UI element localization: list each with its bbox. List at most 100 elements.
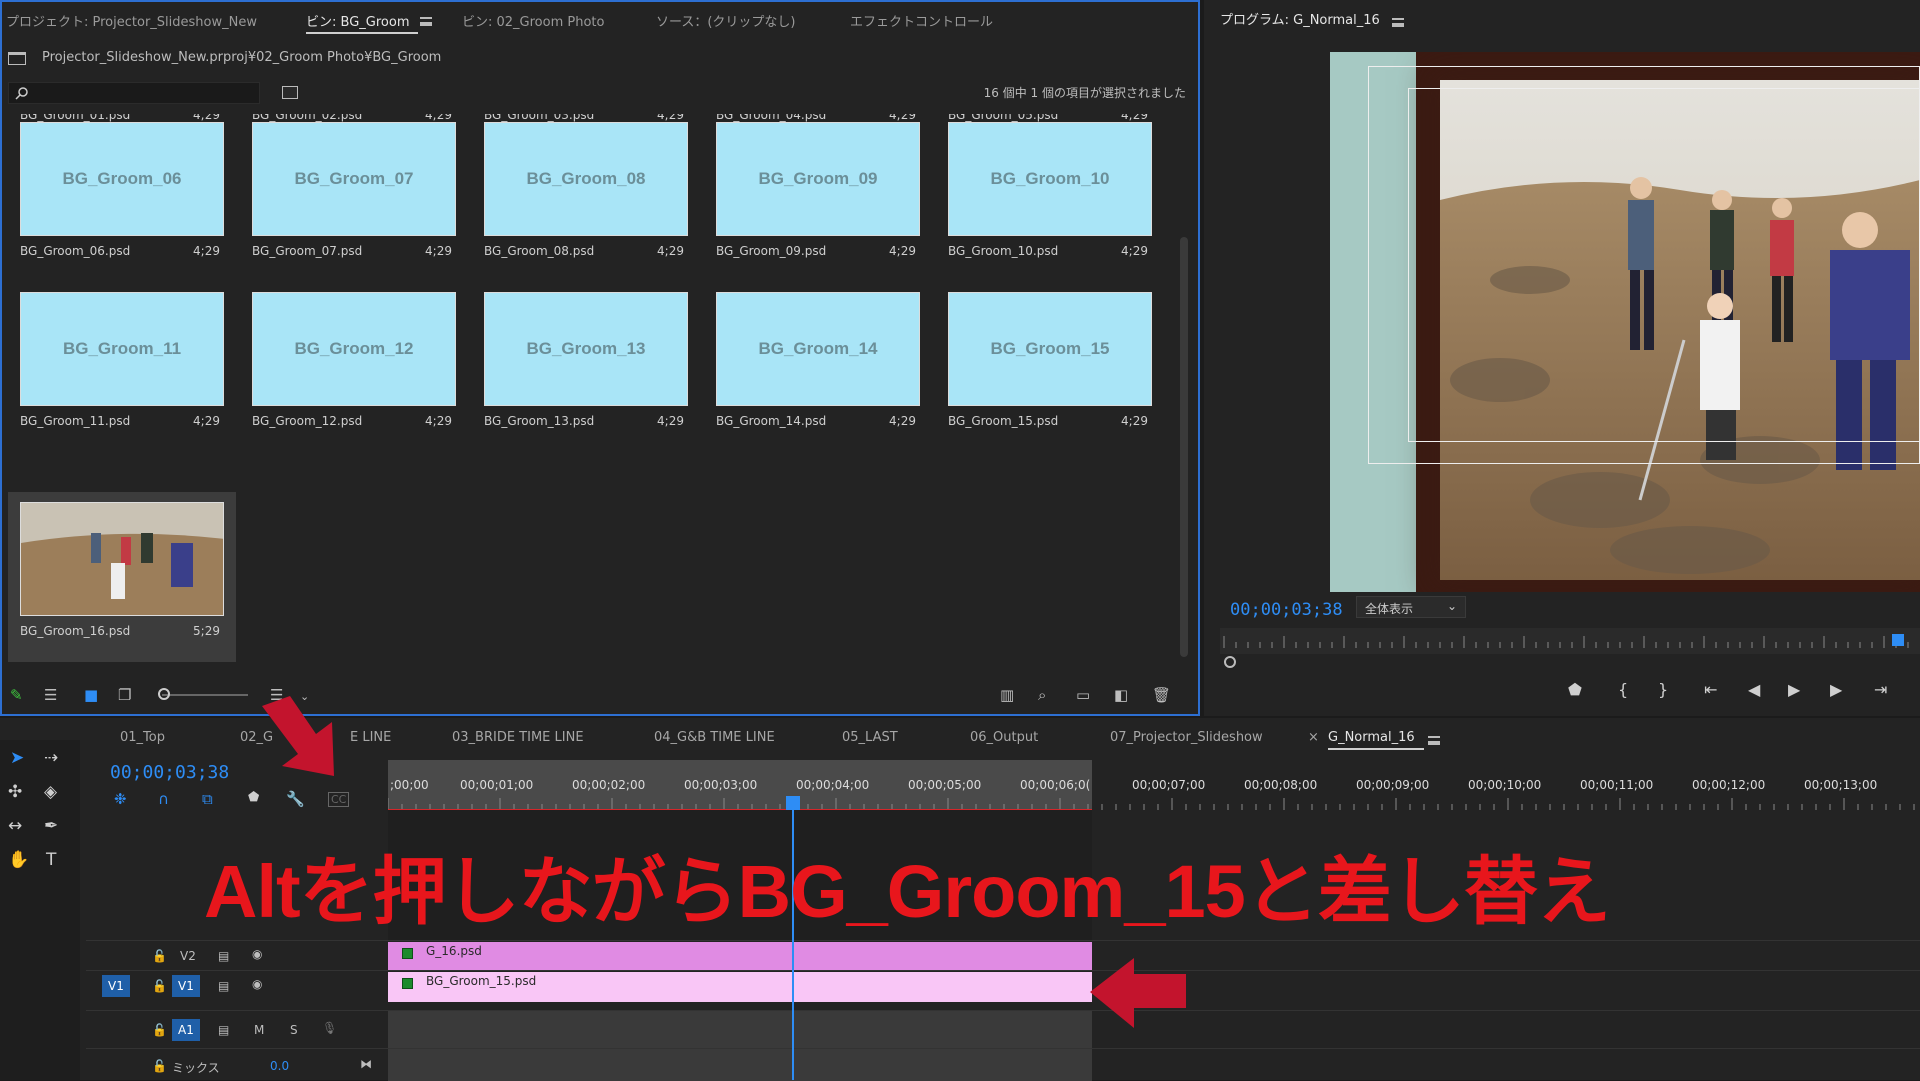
mark-out-icon[interactable]: } (1658, 680, 1668, 699)
icon-view-icon[interactable]: ■ (84, 686, 98, 704)
mix-nav-icon[interactable]: ⧓ (360, 1057, 372, 1071)
tab-bin-groom-photo[interactable]: ビン: 02_Groom Photo (462, 11, 604, 30)
track-a1-label[interactable]: A1 (172, 1019, 200, 1041)
bin-item-thumbnail[interactable]: BG_Groom_07 (252, 122, 456, 236)
sync-lock-icon[interactable]: ▤ (218, 1023, 229, 1037)
bin-item-selected[interactable]: BG_Groom_16.psd 5;29 (8, 492, 236, 662)
lock-icon[interactable]: 🔓 (152, 1023, 167, 1037)
timeline-ruler[interactable]: ;00;00 00;00;01;00 00;00;02;00 00;00;03;00 0… (388, 760, 1920, 812)
automate-sequence-icon[interactable]: ▥ (1000, 686, 1014, 704)
lock-icon[interactable]: 🔓 (152, 979, 167, 993)
bin-item-thumbnail[interactable]: BG_Groom_10 (948, 122, 1152, 236)
tab-seq-04[interactable]: 04_G&B TIME LINE (654, 730, 775, 745)
find-icon-2[interactable]: ⌕ (1038, 686, 1046, 704)
program-timecode[interactable]: 00;00;03;38 (1230, 600, 1343, 620)
track-select-icon[interactable]: ⇢ (44, 748, 58, 768)
zoom-slider-handle[interactable] (158, 688, 170, 700)
bin-item[interactable]: BG_Groom_13 BG_Groom_13.psd 4;29 (472, 244, 700, 428)
sequence-timecode[interactable]: 00;00;03;38 (110, 762, 229, 783)
wrench-icon[interactable]: 🔧 (286, 790, 305, 808)
timeline-playhead-head[interactable] (786, 796, 800, 810)
bin-item-thumbnail[interactable]: BG_Groom_15 (948, 292, 1152, 406)
bin-item-thumbnail[interactable]: BG_Groom_09 (716, 122, 920, 236)
new-item-icon[interactable]: ◧ (1114, 686, 1128, 704)
add-marker-icon[interactable]: ⬟ (248, 790, 259, 805)
tab-seq-06[interactable]: 06_Output (970, 730, 1038, 745)
solo-button[interactable]: S (290, 1023, 298, 1037)
razor-tool-icon[interactable]: ◈ (44, 782, 57, 802)
bin-item-thumbnail[interactable]: BG_Groom_14 (716, 292, 920, 406)
bin-tab-menu-icon[interactable] (420, 14, 432, 29)
lock-icon[interactable]: 🔓 (152, 949, 167, 963)
bin-scrollbar[interactable] (1180, 237, 1188, 657)
hand-tool-icon[interactable]: ✋ (8, 850, 29, 870)
track-v2-label[interactable]: V2 (180, 949, 196, 963)
go-to-in-icon[interactable]: ⇤ (1704, 680, 1717, 699)
bin-item[interactable]: BG_Groom_12 BG_Groom_12.psd 4;29 (240, 244, 468, 428)
sync-lock-icon[interactable]: ▤ (218, 979, 229, 993)
mix-value[interactable]: 0.0 (270, 1059, 289, 1073)
transform-box-inner[interactable] (1408, 88, 1920, 442)
tab-seq-03[interactable]: 03_BRIDE TIME LINE (452, 730, 584, 745)
bin-item[interactable]: BG_Groom_08 BG_Groom_08.psd 4;29 (472, 114, 700, 258)
pencil-icon[interactable]: ✎ (10, 686, 23, 704)
slip-tool-icon[interactable]: ↔ (8, 816, 22, 836)
program-title[interactable]: プログラム: G_Normal_16 (1220, 9, 1380, 28)
bin-item-thumbnail[interactable]: BG_Groom_08 (484, 122, 688, 236)
search-input[interactable] (8, 82, 260, 104)
sync-lock-icon[interactable]: ▤ (218, 949, 229, 963)
pen-tool-icon[interactable]: ✒ (44, 816, 58, 836)
lock-icon[interactable]: 🔓 (152, 1059, 167, 1073)
step-forward-icon[interactable]: ▶ (1830, 680, 1842, 699)
clip-g16[interactable]: G_16.psd (388, 942, 1092, 970)
folder-up-icon[interactable] (8, 52, 26, 65)
bin-item[interactable]: BG_Groom_09 BG_Groom_09.psd 4;29 (704, 114, 932, 258)
marker-icon[interactable]: ⬟ (1568, 680, 1582, 699)
microphone-icon[interactable]: 🎙 (322, 1021, 337, 1035)
program-menu-icon[interactable] (1392, 12, 1404, 31)
bin-item[interactable]: BG_Groom_15 BG_Groom_15.psd 4;29 (936, 244, 1164, 428)
bin-item[interactable]: BG_Groom_10 BG_Groom_10.psd 4;29 (936, 114, 1164, 258)
source-patch-v1[interactable]: V1 (102, 975, 130, 997)
bin-item-thumbnail[interactable]: BG_Groom_12 (252, 292, 456, 406)
tab-seq-02-suffix[interactable]: E LINE (350, 730, 391, 745)
tab-seq-07[interactable]: 07_Projector_Slideshow (1110, 730, 1263, 745)
tab-bin-bg-groom[interactable]: ビン: BG_Groom (306, 11, 409, 30)
clip-bg-groom-15[interactable]: BG_Groom_15.psd (388, 972, 1092, 1002)
program-video-frame[interactable] (1330, 52, 1920, 592)
bin-item[interactable]: BG_Groom_11 BG_Groom_11.psd 4;29 (8, 244, 236, 428)
bin-item-photo-thumbnail[interactable] (20, 502, 224, 616)
snap-icon[interactable]: ∩ (158, 790, 169, 808)
bin-item-thumbnail[interactable]: BG_Groom_11 (20, 292, 224, 406)
go-to-out-icon[interactable]: ⇥ (1874, 680, 1887, 699)
program-playhead[interactable] (1892, 634, 1904, 646)
tab-project[interactable]: プロジェクト: Projector_Slideshow_New (6, 11, 257, 30)
selection-tool-icon[interactable]: ➤ (10, 748, 24, 768)
program-time-ruler[interactable] (1220, 628, 1920, 654)
bin-item[interactable]: BG_Groom_06 BG_Groom_06.psd 4;29 (8, 114, 236, 258)
bin-item[interactable]: BG_Groom_07 BG_Groom_07.psd 4;29 (240, 114, 468, 258)
mute-button[interactable]: M (254, 1023, 264, 1037)
track-v1-label[interactable]: V1 (172, 975, 200, 997)
trash-icon[interactable]: 🗑 (1152, 686, 1171, 704)
mark-in-icon[interactable]: { (1618, 680, 1628, 699)
program-zoom-handle[interactable] (1224, 656, 1236, 668)
tab-source[interactable]: ソース：(クリップなし) (656, 11, 796, 30)
captions-icon[interactable]: CC (328, 792, 350, 807)
play-icon[interactable]: ▶ (1788, 680, 1800, 699)
linked-selection-icon[interactable]: ⧉ (202, 790, 213, 808)
tab-seq-05[interactable]: 05_LAST (842, 730, 898, 745)
ripple-edit-icon[interactable]: ✣ (8, 782, 22, 802)
freeform-view-icon[interactable]: ❐ (118, 686, 131, 704)
step-back-icon[interactable]: ◀ (1748, 680, 1760, 699)
tab-effect-controls[interactable]: エフェクトコントロール (850, 11, 993, 30)
zoom-level-select[interactable]: 全体表示 ⌄ (1356, 596, 1466, 618)
tab-seq-01[interactable]: 01_Top (120, 730, 165, 745)
tab-seq-g-normal-16[interactable]: G_Normal_16 (1328, 730, 1415, 745)
sequence-menu-icon[interactable] (1428, 733, 1440, 748)
bin-item[interactable]: BG_Groom_14 BG_Groom_14.psd 4;29 (704, 244, 932, 428)
eye-icon[interactable]: ◉ (252, 977, 262, 991)
bin-item-thumbnail[interactable]: BG_Groom_13 (484, 292, 688, 406)
nest-icon[interactable]: ❉ (114, 790, 127, 808)
type-tool-icon[interactable]: T (46, 850, 56, 870)
